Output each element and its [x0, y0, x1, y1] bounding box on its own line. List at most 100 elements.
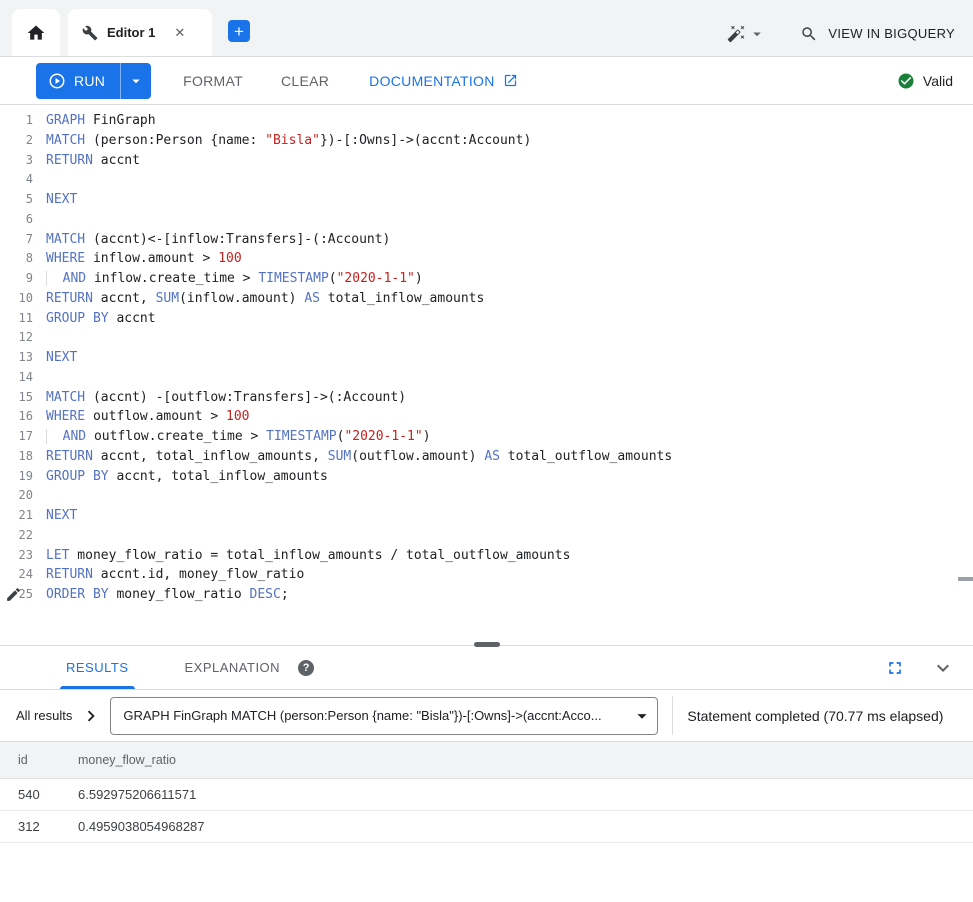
code-line[interactable]: 22 — [0, 526, 973, 546]
code-line[interactable]: 10RETURN accnt, SUM(inflow.amount) AS to… — [0, 289, 973, 309]
home-icon — [26, 23, 46, 43]
sql-generation-button[interactable] — [727, 24, 766, 43]
panel-resize-handle[interactable] — [474, 642, 500, 647]
table-cell: 6.592975206611571 — [60, 778, 973, 810]
column-header: money_flow_ratio — [60, 742, 973, 778]
search-icon — [800, 25, 818, 43]
code-line[interactable]: 20 — [0, 486, 973, 506]
run-button-group: RUN — [36, 63, 151, 99]
code-line[interactable]: 15MATCH (accnt) -[outflow:Transfers]->(:… — [0, 388, 973, 408]
line-number: 11 — [0, 309, 46, 329]
view-in-bigquery-button[interactable]: VIEW IN BIGQUERY — [800, 25, 955, 43]
code-line[interactable]: 23LET money_flow_ratio = total_inflow_am… — [0, 546, 973, 566]
code-text: MATCH (accnt)<-[inflow:Transfers]-(:Acco… — [46, 230, 390, 250]
tab-explanation[interactable]: EXPLANATION — [181, 646, 285, 689]
code-line[interactable]: 13NEXT — [0, 348, 973, 368]
code-line[interactable]: 16WHERE outflow.amount > 100 — [0, 407, 973, 427]
inline-edit-pencil-icon[interactable] — [5, 586, 22, 603]
code-line[interactable]: 14 — [0, 368, 973, 388]
results-tab-label: RESULTS — [66, 660, 129, 675]
table-row[interactable]: 3120.4959038054968287 — [0, 810, 973, 842]
wrench-icon — [82, 25, 98, 41]
code-editor[interactable]: 1GRAPH FinGraph2MATCH (person:Person {na… — [0, 105, 973, 645]
new-tab-button[interactable]: + — [228, 20, 250, 42]
line-number: 4 — [0, 170, 46, 190]
line-number: 14 — [0, 368, 46, 388]
tab-strip-actions: VIEW IN BIGQUERY — [727, 24, 973, 43]
line-number: 6 — [0, 210, 46, 230]
help-icon[interactable]: ? — [298, 660, 314, 676]
all-results-label: All results — [16, 708, 72, 723]
documentation-label: DOCUMENTATION — [369, 73, 494, 89]
play-circle-icon — [48, 72, 66, 90]
editor-scrollbar-thumb[interactable] — [958, 577, 973, 581]
valid-label: Valid — [923, 73, 953, 89]
code-text: AND inflow.create_time > TIMESTAMP("2020… — [46, 269, 423, 289]
code-text: GROUP BY accnt, total_inflow_amounts — [46, 467, 328, 487]
line-number: 3 — [0, 151, 46, 171]
line-number: 5 — [0, 190, 46, 210]
line-number: 2 — [0, 131, 46, 151]
code-line[interactable]: 21NEXT — [0, 506, 973, 526]
code-text: NEXT — [46, 506, 77, 526]
format-button[interactable]: FORMAT — [183, 73, 243, 89]
editor-tab-label: Editor 1 — [107, 25, 155, 40]
toolbar-divider — [672, 696, 673, 735]
code-line[interactable]: 7MATCH (accnt)<-[inflow:Transfers]-(:Acc… — [0, 230, 973, 250]
collapse-panel-icon[interactable] — [931, 656, 955, 680]
chevron-right-icon[interactable] — [80, 705, 102, 727]
line-number: 1 — [0, 111, 46, 131]
code-line[interactable]: 19GROUP BY accnt, total_inflow_amounts — [0, 467, 973, 487]
clear-button[interactable]: CLEAR — [281, 73, 329, 89]
code-line[interactable]: 3RETURN accnt — [0, 151, 973, 171]
code-line[interactable]: 17 AND outflow.create_time > TIMESTAMP("… — [0, 427, 973, 447]
code-text: MATCH (person:Person {name: "Bisla"})-[:… — [46, 131, 531, 151]
run-options-button[interactable] — [121, 63, 151, 99]
code-line[interactable]: 12 — [0, 328, 973, 348]
code-line[interactable]: 6 — [0, 210, 973, 230]
results-panel: RESULTS EXPLANATION ? All results GRAPH … — [0, 645, 973, 843]
selected-statement-text: GRAPH FinGraph MATCH (person:Person {nam… — [123, 708, 631, 723]
fullscreen-icon[interactable] — [885, 658, 905, 678]
close-tab-icon[interactable]: ✕ — [174, 25, 185, 41]
code-line[interactable]: 2MATCH (person:Person {name: "Bisla"})-[… — [0, 131, 973, 151]
code-line[interactable]: 4 — [0, 170, 973, 190]
tab-results[interactable]: RESULTS — [60, 646, 135, 689]
results-panel-actions — [885, 646, 973, 689]
line-number: 22 — [0, 526, 46, 546]
table-cell: 540 — [0, 778, 60, 810]
code-line[interactable]: 11GROUP BY accnt — [0, 309, 973, 329]
code-text: WHERE outflow.amount > 100 — [46, 407, 250, 427]
table-row[interactable]: 5406.592975206611571 — [0, 778, 973, 810]
code-line[interactable]: 9 AND inflow.create_time > TIMESTAMP("20… — [0, 269, 973, 289]
line-number: 16 — [0, 407, 46, 427]
statement-selector-dropdown[interactable]: GRAPH FinGraph MATCH (person:Person {nam… — [110, 697, 658, 735]
tab-home[interactable] — [12, 9, 60, 56]
code-line[interactable]: 25ORDER BY money_flow_ratio DESC; — [0, 585, 973, 605]
line-number: 9 — [0, 269, 46, 289]
tab-strip: Editor 1 ✕ + VIEW IN BIGQUERY — [0, 0, 973, 57]
line-number: 8 — [0, 249, 46, 269]
line-number: 20 — [0, 486, 46, 506]
column-header: id — [0, 742, 60, 778]
code-text: GROUP BY accnt — [46, 309, 156, 329]
tab-editor-1[interactable]: Editor 1 ✕ — [68, 9, 212, 56]
results-table: idmoney_flow_ratio 5406.5929752066115713… — [0, 742, 973, 843]
code-line[interactable]: 24RETURN accnt.id, money_flow_ratio — [0, 565, 973, 585]
results-toolbar: All results GRAPH FinGraph MATCH (person… — [0, 690, 973, 742]
run-button[interactable]: RUN — [36, 63, 120, 99]
line-number: 21 — [0, 506, 46, 526]
code-text: WHERE inflow.amount > 100 — [46, 249, 242, 269]
code-line[interactable]: 18RETURN accnt, total_inflow_amounts, SU… — [0, 447, 973, 467]
code-line[interactable]: 8WHERE inflow.amount > 100 — [0, 249, 973, 269]
view-in-bigquery-label: VIEW IN BIGQUERY — [828, 26, 955, 41]
code-text: AND outflow.create_time > TIMESTAMP("202… — [46, 427, 431, 447]
line-number: 17 — [0, 427, 46, 447]
table-cell: 0.4959038054968287 — [60, 810, 973, 842]
code-line[interactable]: 1GRAPH FinGraph — [0, 111, 973, 131]
line-number: 23 — [0, 546, 46, 566]
code-text: NEXT — [46, 190, 77, 210]
documentation-button[interactable]: DOCUMENTATION — [369, 73, 517, 89]
dropdown-caret-icon — [631, 705, 653, 727]
code-line[interactable]: 5NEXT — [0, 190, 973, 210]
